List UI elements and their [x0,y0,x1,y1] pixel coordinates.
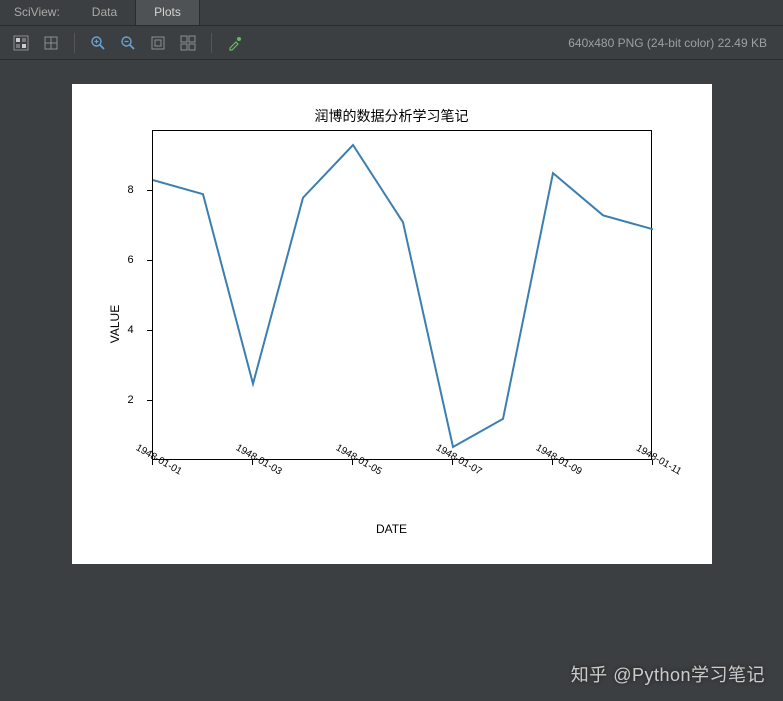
chart-axes [152,130,652,460]
y-tick: 4 [128,324,134,336]
zoom-in-icon[interactable] [87,32,109,54]
y-tick: 8 [128,184,134,196]
y-axis-label: VALUE [108,305,122,343]
plot-canvas: 润博的数据分析学习笔记 VALUE DATE 2468 1948-01-0119… [72,84,712,564]
zoom-out-icon[interactable] [117,32,139,54]
x-axis-label: DATE [72,522,712,536]
color-picker-icon[interactable] [224,32,246,54]
y-tick: 2 [128,394,134,406]
image-viewer: 润博的数据分析学习笔记 VALUE DATE 2468 1948-01-0119… [0,60,783,701]
sciview-tabbar: SciView: Data Plots [0,0,783,26]
fit-window-icon[interactable] [147,32,169,54]
line-series [153,131,653,461]
actual-size-icon[interactable] [40,32,62,54]
y-tick: 6 [128,254,134,266]
grid-icon[interactable] [10,32,32,54]
toolbar: 640x480 PNG (24-bit color) 22.49 KB [0,26,783,60]
tab-plots[interactable]: Plots [136,0,200,25]
toolbar-separator [74,33,75,53]
x-tick: 1948-01-11 [634,443,683,478]
toolbar-separator-2 [211,33,212,53]
image-info-text: 640x480 PNG (24-bit color) 22.49 KB [568,36,773,50]
chart-title: 润博的数据分析学习笔记 [72,106,712,126]
tab-data[interactable]: Data [74,0,136,25]
sciview-title: SciView: [0,0,74,25]
thumbnails-icon[interactable] [177,32,199,54]
